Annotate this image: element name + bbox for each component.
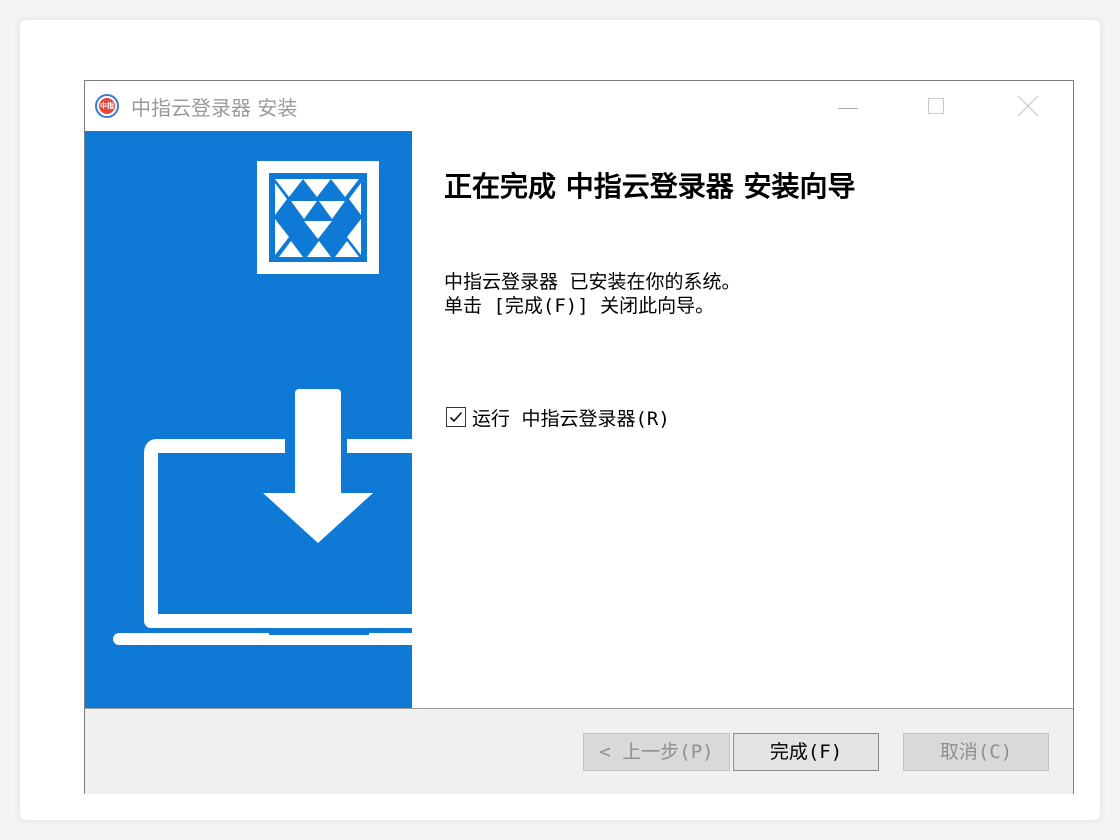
- download-laptop-icon: [113, 389, 412, 645]
- finish-instruction-message: 单击 [完成(F)] 关闭此向导。: [444, 295, 715, 317]
- maximize-icon: [928, 98, 944, 114]
- button-bar: < 上一步(P) 完成(F) 取消(C): [85, 708, 1073, 794]
- screenshot-frame: 中指 中指云登录器 安装 正在完成 中指云登录器 安装向导 中指云登录器 已安装…: [20, 20, 1100, 820]
- minimize-icon: [838, 108, 858, 109]
- run-app-checkbox[interactable]: [446, 407, 466, 427]
- minimize-button[interactable]: [825, 81, 871, 131]
- maximize-button: [913, 81, 959, 131]
- back-button: < 上一步(P): [583, 733, 730, 771]
- finish-button[interactable]: 完成(F): [733, 733, 879, 771]
- wizard-content: 正在完成 中指云登录器 安装向导 中指云登录器 已安装在你的系统。 单击 [完成…: [412, 131, 1073, 708]
- wizard-banner: [85, 131, 412, 708]
- banner-logo-icon: [257, 161, 379, 274]
- window-title: 中指云登录器 安装: [131, 96, 298, 120]
- close-icon: [1017, 95, 1039, 117]
- checkmark-icon: [449, 411, 463, 423]
- title-bar[interactable]: 中指 中指云登录器 安装: [85, 81, 1073, 131]
- install-complete-message: 中指云登录器 已安装在你的系统。: [444, 271, 741, 293]
- app-logo-icon: 中指: [95, 94, 119, 118]
- close-button: [1005, 81, 1051, 131]
- run-app-label[interactable]: 运行 中指云登录器(R): [472, 404, 670, 431]
- cancel-button: 取消(C): [903, 733, 1049, 771]
- installer-window: 中指 中指云登录器 安装 正在完成 中指云登录器 安装向导 中指云登录器 已安装…: [84, 80, 1074, 794]
- page-title: 正在完成 中指云登录器 安装向导: [444, 170, 856, 203]
